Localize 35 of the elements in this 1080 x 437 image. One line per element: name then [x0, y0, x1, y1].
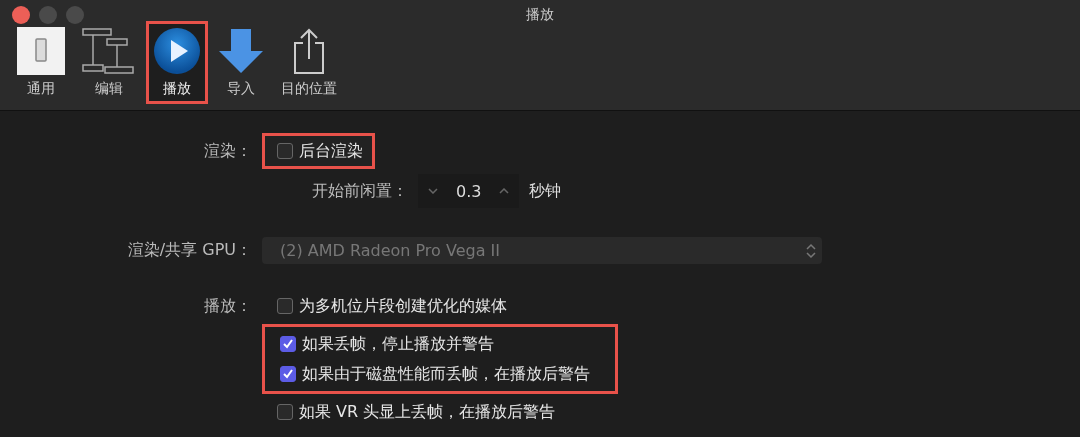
chevron-up-icon[interactable]: [499, 188, 510, 194]
check-icon: [282, 368, 294, 380]
field-label: 渲染/共享 GPU：: [127, 240, 252, 261]
zoom-button[interactable]: [66, 6, 84, 24]
checkbox[interactable]: [277, 143, 293, 159]
field-label: 开始前闲置：: [312, 180, 408, 202]
checkbox[interactable]: [280, 366, 296, 382]
toolbar-tab[interactable]: 播放: [146, 21, 208, 104]
checkbox-option[interactable]: 为多机位片段创建优化的媒体: [262, 288, 519, 324]
check-icon: [282, 338, 294, 350]
unit-label: 秒钟: [529, 180, 562, 202]
toolbar-tab[interactable]: 导入: [210, 21, 272, 104]
checkbox[interactable]: [280, 336, 296, 352]
switch-icon: [17, 27, 65, 75]
field-label: 播放：: [204, 296, 252, 317]
chevron-down-icon[interactable]: [428, 188, 438, 194]
film-strip-icon: [81, 27, 137, 75]
toolbar-tab[interactable]: 目的位置: [274, 21, 344, 104]
checkbox[interactable]: [277, 404, 293, 420]
close-button[interactable]: [12, 6, 30, 24]
play-icon: [153, 27, 201, 75]
field-label: 渲染：: [204, 140, 252, 162]
window-title: 播放: [526, 6, 554, 22]
toolbar-tab[interactable]: 编辑: [74, 21, 144, 104]
number-stepper[interactable]: 0.3: [418, 174, 520, 208]
checkbox-option[interactable]: 后台渲染: [262, 133, 375, 169]
checkbox-option[interactable]: 如果 VR 头显上丢帧，在播放后警告: [262, 394, 568, 430]
minimize-button[interactable]: [39, 6, 57, 24]
share-icon: [291, 27, 327, 75]
toolbar-tab[interactable]: 通用: [10, 21, 72, 104]
checkbox[interactable]: [277, 298, 293, 314]
chevron-updown-icon: [806, 242, 816, 259]
checkbox-option[interactable]: 如果由于磁盘性能而丢帧，在播放后警告: [265, 359, 599, 389]
down-arrow-icon: [217, 27, 265, 75]
checkbox-option[interactable]: 如果丢帧，停止播放并警告: [265, 329, 599, 359]
